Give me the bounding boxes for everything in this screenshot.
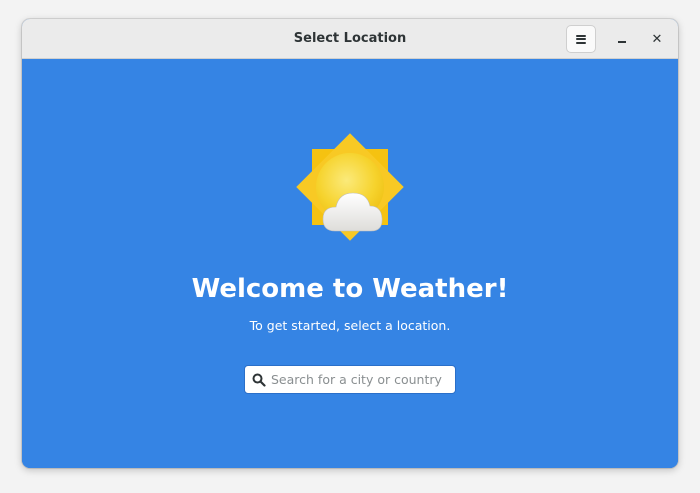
welcome-heading: Welcome to Weather! [191,274,509,304]
sun-behind-cloud-icon [296,133,404,241]
main-menu-button[interactable] [566,25,596,53]
close-icon: ✕ [651,31,663,47]
close-button[interactable]: ✕ [645,27,669,51]
hamburger-menu-icon [576,34,586,44]
search-input[interactable] [271,366,451,393]
header-bar: Select Location ✕ [22,19,678,59]
welcome-subtitle: To get started, select a location. [249,318,451,333]
location-search-entry[interactable] [244,365,456,394]
weather-window: Select Location ✕ Welcome to Weather! To… [22,19,678,468]
welcome-page: Welcome to Weather! To get started, sele… [22,59,678,468]
minimize-button[interactable] [610,27,634,51]
minimize-icon [618,41,626,43]
search-icon [252,373,266,387]
